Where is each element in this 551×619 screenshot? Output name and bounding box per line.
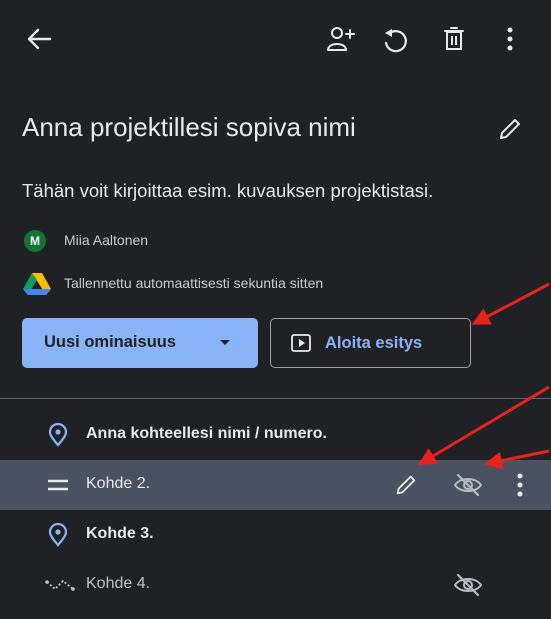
back-arrow-icon[interactable] [26,27,52,51]
author-name: Miia Aaltonen [64,232,149,248]
google-drive-icon [23,273,51,295]
visibility-off-icon[interactable] [452,572,484,598]
list-item[interactable]: Kohde 4. [0,560,551,610]
more-vert-icon[interactable] [513,472,527,498]
list-item-label: Anna kohteellesi nimi / numero. [86,425,327,442]
list-item-label: Kohde 2. [86,475,151,492]
present-label: Aloita esitys [325,334,423,352]
more-vert-icon[interactable] [503,26,517,52]
undo-icon[interactable] [381,25,409,55]
drag-handle-icon[interactable] [47,479,69,491]
save-status: Tallennettu automaattisesti sekuntia sit… [64,275,324,291]
list-item-label: Kohde 4. [86,575,151,592]
list-item-selected[interactable]: Kohde 2. [0,460,551,510]
location-pin-icon [48,523,68,547]
list-item[interactable]: Anna kohteellesi nimi / numero. [0,410,551,460]
divider [0,398,551,399]
edit-pencil-icon[interactable] [394,473,418,497]
trash-icon[interactable] [443,26,465,52]
present-button[interactable]: Aloita esitys [270,318,471,368]
list-item-label: Kohde 3. [86,525,154,542]
new-feature-button[interactable]: Uusi ominaisuus [22,318,258,368]
annotation-arrow-present [471,282,550,325]
dropdown-caret-icon [220,340,230,345]
avatar: M [24,230,46,252]
play-icon [291,334,311,352]
add-person-icon[interactable] [326,25,356,53]
new-feature-label: Uusi ominaisuus [44,333,177,351]
edit-title-pencil-icon[interactable] [497,116,523,142]
location-pin-icon [48,423,68,447]
list-item[interactable]: Kohde 3. [0,510,551,560]
visibility-off-icon[interactable] [452,472,484,498]
project-description[interactable]: Tähän voit kirjoittaa esim. kuvauksen pr… [22,180,433,202]
path-line-icon [45,579,75,591]
project-title[interactable]: Anna projektillesi sopiva nimi [22,112,356,143]
